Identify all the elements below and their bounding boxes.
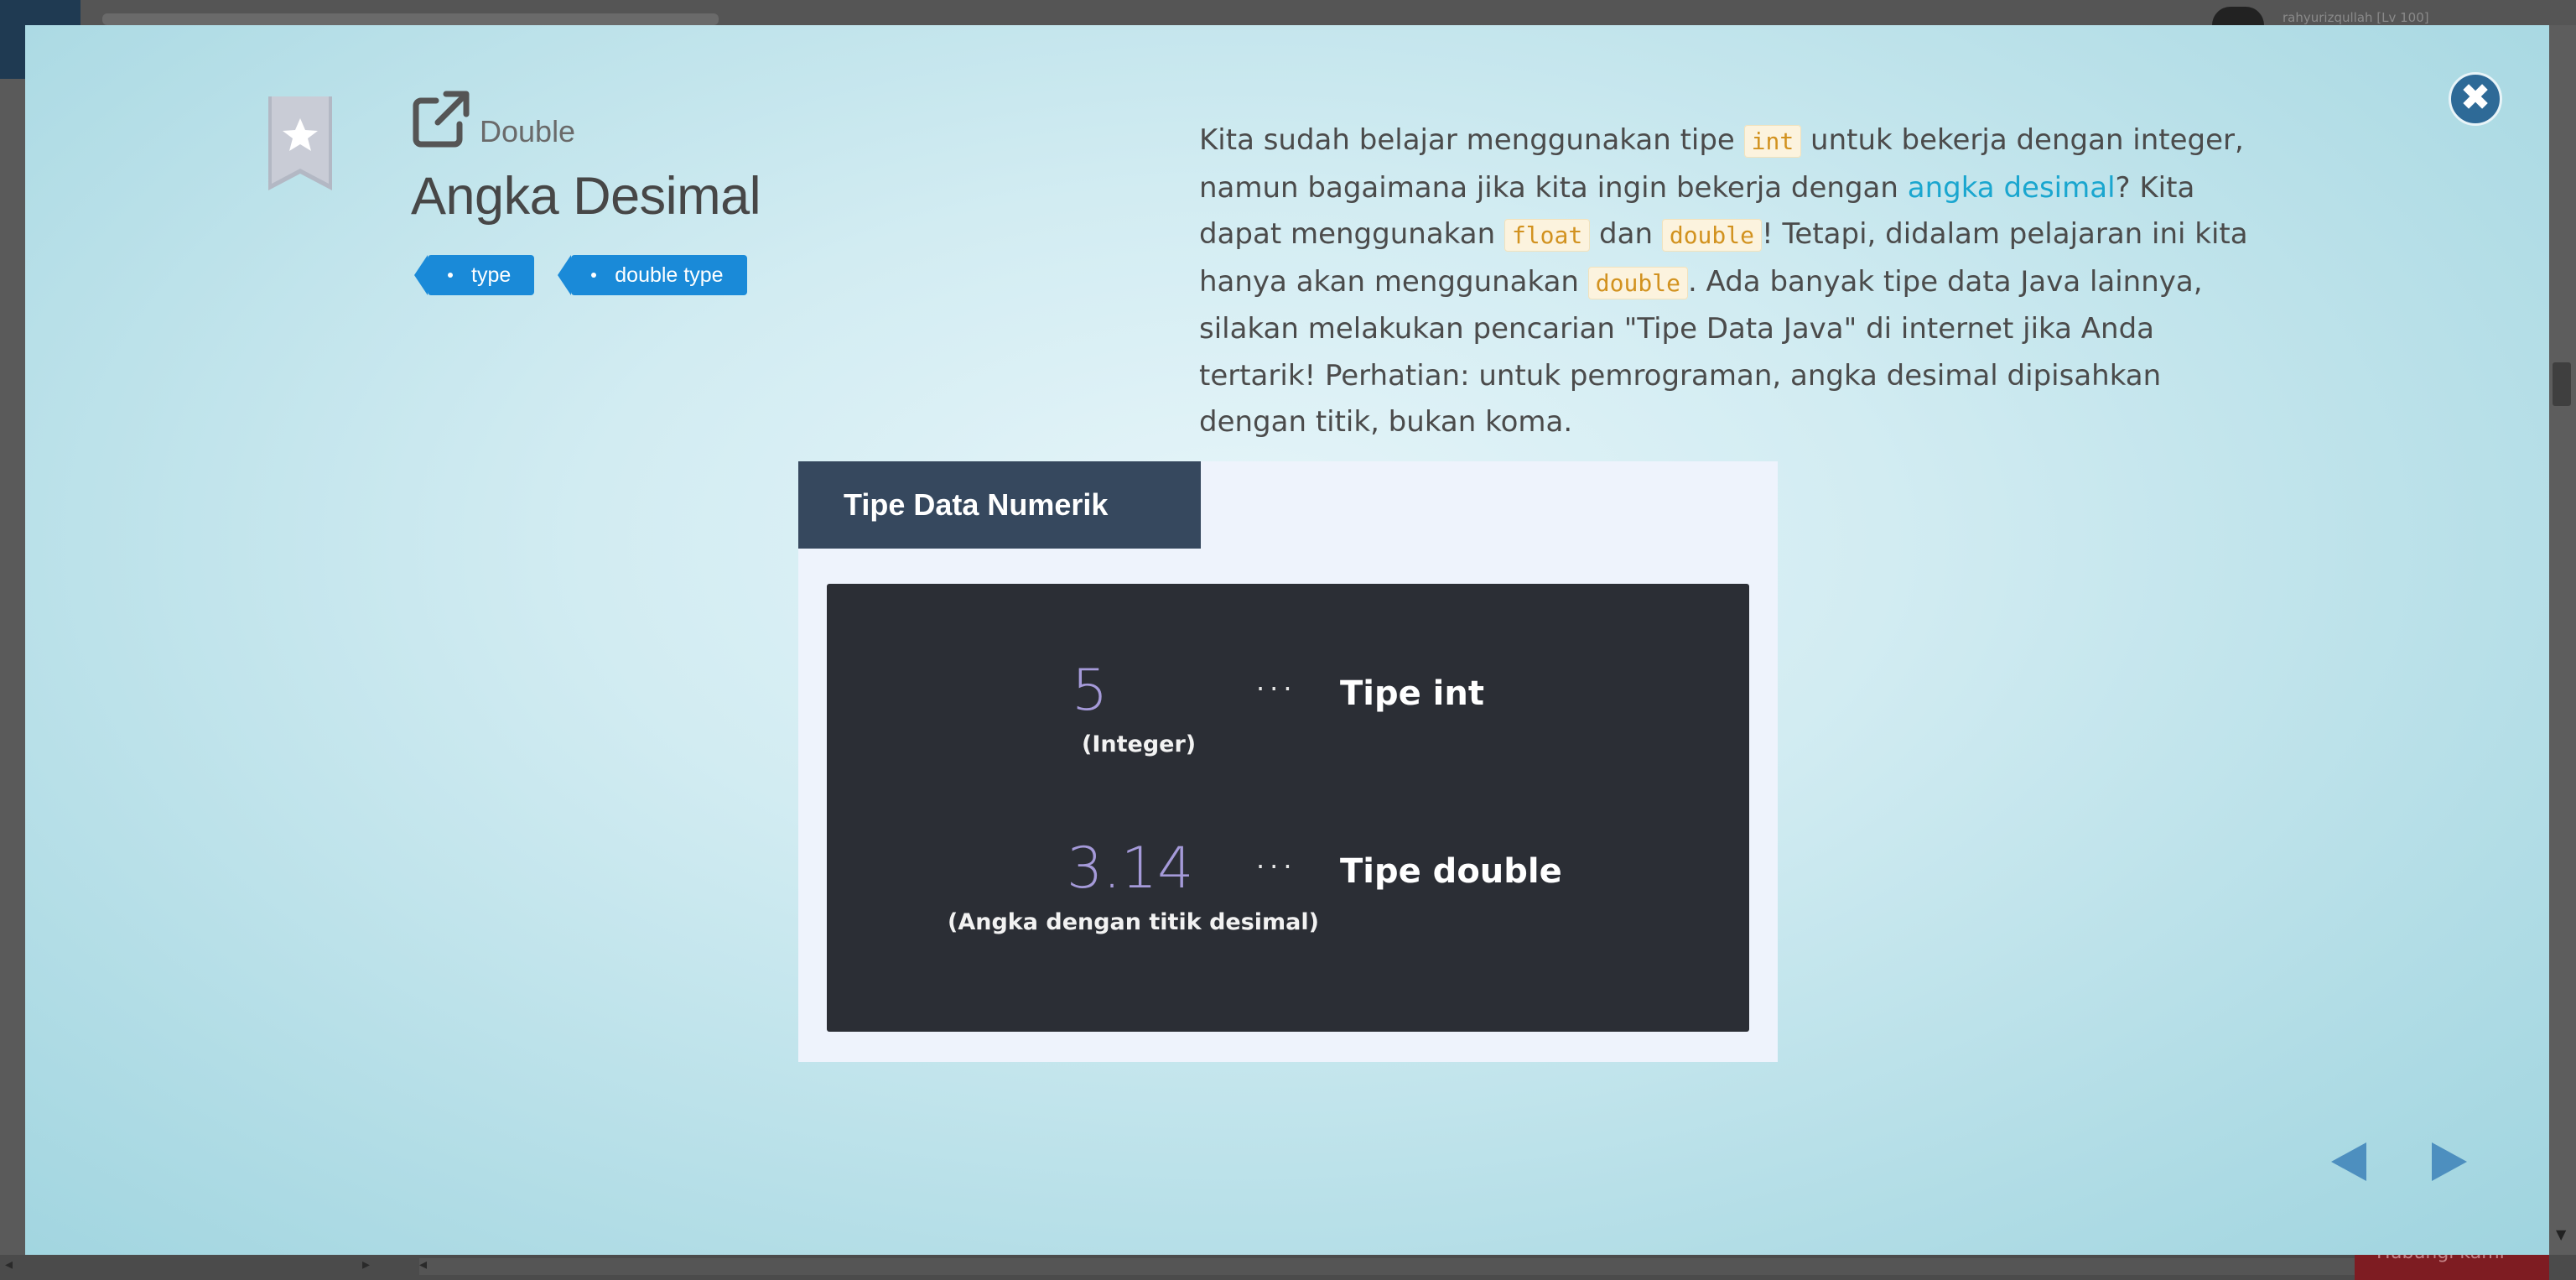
separator-dots: ··· <box>1256 673 1297 705</box>
tag-type[interactable]: type <box>413 255 535 295</box>
description-text: dan <box>1590 217 1662 251</box>
separator-dots: ··· <box>1256 851 1297 882</box>
background-scroll-left-icon: ◂ <box>5 1256 13 1273</box>
background-scrollbar-thumb <box>2553 362 2571 406</box>
tag-list: type double type <box>413 255 747 295</box>
lesson-modal: Double Angka Desimal type double type Ki… <box>25 25 2549 1255</box>
background-scroll-down-icon: ▼ <box>2556 1226 2567 1242</box>
close-button[interactable]: ✖ <box>2449 72 2502 126</box>
inline-code-double: double <box>1587 266 1688 299</box>
background-user-name: rahyurizqullah [Lv 100] <box>2283 10 2429 25</box>
highlight-angka-desimal: angka desimal <box>1907 170 2116 205</box>
previous-button[interactable] <box>2329 1141 2368 1183</box>
lesson-subtitle: Double <box>480 114 576 148</box>
background-scroll-right-icon: ▸ <box>362 1256 371 1273</box>
tag-dot <box>448 273 453 278</box>
number-int: 5 <box>1072 658 1109 724</box>
background-avatar <box>2212 7 2264 25</box>
inline-code-int: int <box>1743 125 1802 158</box>
inline-code-float: float <box>1504 219 1591 252</box>
figure-panel: 5 (Integer) ··· Tipe int 3.14 (Angka den… <box>827 584 1749 1032</box>
tag-label: type <box>471 263 512 287</box>
arrow-left-icon <box>2331 1142 2366 1181</box>
tag-dot <box>591 273 597 278</box>
lesson-title: Angka Desimal <box>411 167 761 226</box>
type-label-int: Tipe int <box>1340 674 1484 713</box>
figure-header: Tipe Data Numerik <box>798 461 1201 549</box>
arrow-right-icon <box>2432 1142 2467 1181</box>
next-button[interactable] <box>2430 1141 2469 1183</box>
bookmark-star-icon[interactable] <box>267 96 334 194</box>
inline-code-double: double <box>1661 219 1762 252</box>
close-icon: ✖ <box>2459 76 2491 119</box>
description-text: Kita sudah belajar menggunakan tipe <box>1199 123 1744 157</box>
number-double-caption: (Angka dengan titik desimal) <box>948 909 1319 935</box>
lesson-description: Kita sudah belajar menggunakan tipe int … <box>1199 117 2264 446</box>
tag-double-type[interactable]: double type <box>558 255 747 295</box>
background-horizontal-scrollbar <box>419 1258 2516 1275</box>
lesson-figure: Tipe Data Numerik 5 (Integer) ··· Tipe i… <box>798 461 1778 1062</box>
number-int-caption: (Integer) <box>1082 731 1197 757</box>
background-scroll-left-icon: ◂ <box>419 1256 428 1273</box>
background-search-bar <box>102 13 719 25</box>
tag-label: double type <box>615 263 724 287</box>
background-scrollbar <box>2549 25 2576 1255</box>
type-label-double: Tipe double <box>1340 852 1562 891</box>
external-link-icon <box>411 89 471 149</box>
number-double: 3.14 <box>1067 835 1194 902</box>
